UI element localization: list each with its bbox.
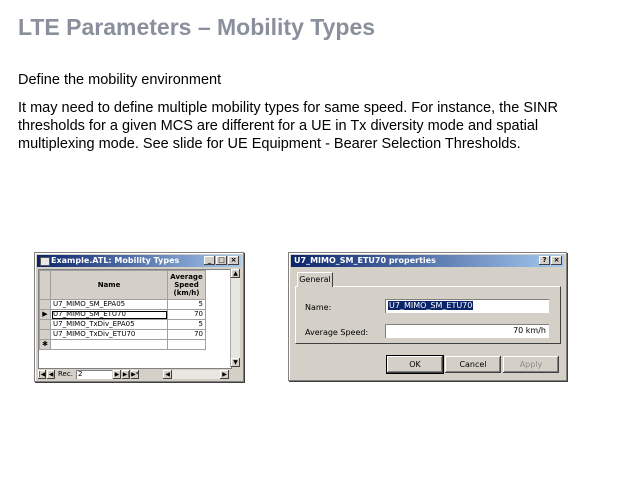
current-row-icon[interactable]: ▶ [39, 309, 51, 320]
table-row-current[interactable]: ▶ U7_MIMO_SM_ETU70 70 [39, 309, 206, 320]
new-row-icon[interactable]: ✱ [39, 339, 51, 350]
properties-dialog: U7_MIMO_SM_ETU70 properties ? × General … [288, 252, 567, 381]
ok-button[interactable]: OK [386, 355, 444, 374]
name-field[interactable]: U7_MIMO_SM_ETU70 [385, 299, 549, 313]
help-button[interactable]: ? [539, 256, 550, 265]
cell-speed-new[interactable] [167, 339, 206, 350]
minimize-button[interactable]: _ [204, 256, 215, 265]
next-record-icon[interactable]: ▶ [112, 369, 121, 379]
cancel-button[interactable]: Cancel [445, 356, 501, 373]
average-speed-label: Average Speed: [305, 328, 369, 337]
table-row-new[interactable]: ✱ [39, 339, 206, 350]
horizontal-scrollbar[interactable]: ◀ ▶ [163, 370, 229, 379]
row-selector[interactable] [39, 299, 51, 310]
apply-button[interactable]: Apply [503, 356, 559, 373]
average-speed-field[interactable]: 70 km/h [385, 324, 549, 338]
row-selector[interactable] [39, 329, 51, 340]
maximize-button[interactable]: □ [216, 256, 227, 265]
table-row[interactable]: U7_MIMO_TxDiv_EPA05 5 [39, 319, 206, 330]
cell-speed[interactable]: 70 [167, 309, 206, 320]
cell-speed[interactable]: 5 [167, 299, 206, 310]
mobility-types-titlebar[interactable]: Example.ATL: Mobility Types _ □ × [37, 255, 241, 267]
cell-speed[interactable]: 5 [167, 319, 206, 330]
row-selector-header[interactable] [39, 270, 51, 300]
close-button[interactable]: × [228, 256, 239, 265]
cell-name[interactable]: U7_MIMO_SM_EPA05 [50, 299, 168, 310]
mobility-types-title: Example.ATL: Mobility Types [51, 256, 180, 265]
tab-general[interactable]: General [297, 272, 333, 287]
slide-title: LTE Parameters – Mobility Types [18, 14, 376, 40]
scroll-down-icon[interactable]: ▼ [231, 358, 240, 367]
name-value: U7_MIMO_SM_ETU70 [388, 301, 474, 310]
body-text: It may need to define multiple mobility … [18, 100, 558, 152]
first-record-icon[interactable]: |◀ [38, 369, 46, 379]
table-row[interactable]: U7_MIMO_SM_EPA05 5 [39, 299, 206, 310]
properties-titlebar[interactable]: U7_MIMO_SM_ETU70 properties ? × [291, 255, 564, 267]
cell-name-new[interactable] [50, 339, 168, 350]
vertical-scrollbar[interactable]: ▲ ▼ [230, 269, 240, 367]
column-header-name[interactable]: Name [50, 270, 168, 300]
properties-title: U7_MIMO_SM_ETU70 properties [294, 256, 436, 265]
intro-text: Define the mobility environment [18, 72, 222, 88]
record-navigator: |◀ ◀ Rec. 2 ▶ ▶| ▶* [38, 369, 160, 379]
cell-name[interactable]: U7_MIMO_TxDiv_ETU70 [50, 329, 168, 340]
mobility-types-window: Example.ATL: Mobility Types _ □ × Name A… [34, 252, 244, 382]
table-icon [40, 257, 50, 266]
scroll-left-icon[interactable]: ◀ [163, 370, 172, 379]
cell-name[interactable]: U7_MIMO_SM_ETU70 [50, 309, 168, 320]
record-label: Rec. [58, 370, 73, 378]
last-record-icon[interactable]: ▶| [121, 369, 130, 379]
row-selector[interactable] [39, 319, 51, 330]
cell-speed[interactable]: 70 [167, 329, 206, 340]
name-label: Name: [305, 303, 332, 312]
close-button[interactable]: × [551, 256, 562, 265]
new-record-icon[interactable]: ▶* [130, 369, 139, 379]
mobility-types-grid: Name Average Speed (km/h) U7_MIMO_SM_EPA… [38, 269, 232, 369]
record-number-input[interactable]: 2 [75, 369, 112, 379]
scroll-up-icon[interactable]: ▲ [231, 269, 240, 278]
scroll-right-icon[interactable]: ▶ [220, 370, 229, 379]
table-row[interactable]: U7_MIMO_TxDiv_ETU70 70 [39, 329, 206, 340]
cell-name[interactable]: U7_MIMO_TxDiv_EPA05 [50, 319, 168, 330]
prev-record-icon[interactable]: ◀ [47, 369, 55, 379]
column-header-speed[interactable]: Average Speed (km/h) [167, 270, 206, 300]
